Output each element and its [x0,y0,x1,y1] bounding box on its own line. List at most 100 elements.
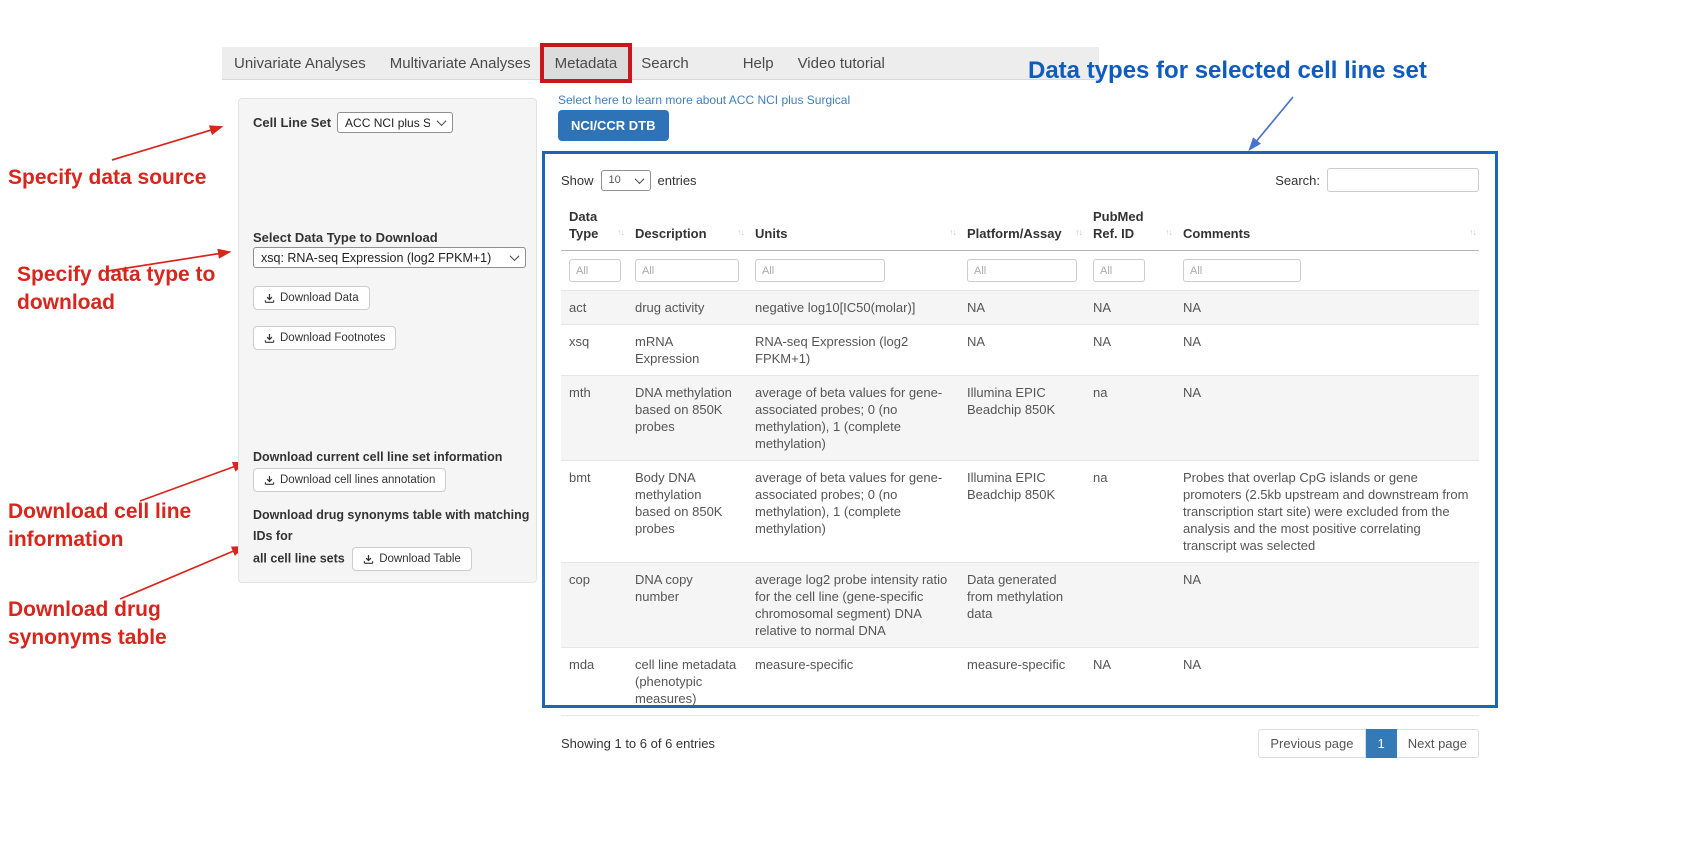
tab-univariate-analyses[interactable]: Univariate Analyses [222,47,378,79]
data-type-select[interactable]: xsq: RNA-seq Expression (log2 FPKM+1) [253,247,526,268]
filter-input-platform[interactable] [967,259,1077,282]
next-page-button[interactable]: Next page [1397,729,1479,758]
table-cell: act [561,291,627,325]
download-data-button[interactable]: Download Data [253,286,370,310]
data-source-button[interactable]: NCI/CCR DTB [558,110,669,141]
table-cell: average of beta values for gene-associat… [747,461,959,563]
annotation-specify-data-source: Specify data source [8,164,206,192]
filter-cell [561,251,627,291]
table-cell: mth [561,376,627,461]
annotation-line: information [8,526,191,554]
table-cell: average log2 probe intensity ratio for t… [747,563,959,648]
annotation-line: download [17,289,215,317]
sort-icon[interactable]: ↑↓ [737,224,744,241]
sort-icon[interactable]: ↑↓ [1165,224,1172,241]
column-header-comments[interactable]: Comments↑↓ [1175,204,1479,251]
page-1-button[interactable]: 1 [1366,729,1397,758]
table-cell: cop [561,563,627,648]
table-cell: average of beta values for gene-associat… [747,376,959,461]
table-cell: measure-specific [747,648,959,716]
column-header-pubmed[interactable]: PubMed Ref. ID↑↓ [1085,204,1175,251]
table-info-text: Showing 1 to 6 of 6 entries [561,736,715,751]
table-footer: Showing 1 to 6 of 6 entries Previous pag… [561,729,1479,758]
page-length-value: 10 [609,174,621,186]
table-cell: NA [1085,648,1175,716]
annotation-download-cell-line-info: Download cell line information [8,498,191,554]
filter-input-description[interactable] [635,259,739,282]
table-cell: na [1085,376,1175,461]
sort-icon[interactable]: ↑↓ [949,224,956,241]
download-footnotes-button[interactable]: Download Footnotes [253,326,396,350]
cell-line-set-label: Cell Line Set [253,115,331,130]
cell-line-set-select[interactable]: ACC NCI plus Surgical [337,112,453,133]
table-cell: drug activity [627,291,747,325]
download-footnotes-label: Download Footnotes [280,332,385,344]
table-cell: mRNA Expression [627,325,747,376]
cell-line-info-heading: Download current cell line set informati… [253,450,502,464]
tab-multivariate-analyses[interactable]: Multivariate Analyses [378,47,543,79]
show-label: Show [561,173,594,188]
table-cell: NA [1085,325,1175,376]
annotation-data-types: Data types for selected cell line set [1028,57,1427,85]
search-input[interactable] [1327,168,1479,192]
learn-more-link[interactable]: Select here to learn more about ACC NCI … [558,93,850,107]
download-icon [264,475,275,486]
drug-synonyms-heading-line2: all cell line sets Download Table [253,547,531,571]
column-header-data-type[interactable]: Data Type↑↓ [561,204,627,251]
table-filter-row [561,251,1479,291]
download-icon [363,554,374,565]
column-header-label: Description [635,226,707,241]
filter-input-pubmed[interactable] [1093,259,1145,282]
sort-icon[interactable]: ↑↓ [617,224,624,241]
download-cell-lines-annotation-button[interactable]: Download cell lines annotation [253,468,446,492]
table-cell: DNA copy number [627,563,747,648]
tab-metadata[interactable]: Metadata [543,47,630,79]
table-body: actdrug activitynegative log10[IC50(mola… [561,291,1479,716]
column-header-units[interactable]: Units ↑↓ [747,204,959,251]
table-cell: NA [1085,291,1175,325]
top-nav: Univariate Analyses Multivariate Analyse… [222,47,1099,80]
filter-cell [959,251,1085,291]
arrow-data-types [1250,97,1293,149]
filter-input-units[interactable] [755,259,885,282]
sidebar-panel: Cell Line Set ACC NCI plus Surgical Sele… [238,98,537,583]
table-cell: Probes that overlap CpG islands or gene … [1175,461,1479,563]
column-header-description[interactable]: Description ↑↓ [627,204,747,251]
download-table-button[interactable]: Download Table [352,547,472,571]
table-cell: Illumina EPIC Beadchip 850K [959,376,1085,461]
tab-video-tutorial[interactable]: Video tutorial [786,47,897,79]
sort-icon[interactable]: ↑↓ [1075,224,1082,241]
column-header-platform[interactable]: Platform/Assay↑↓ [959,204,1085,251]
table-row: copDNA copy numberaverage log2 probe int… [561,563,1479,648]
data-type-value: xsq: RNA-seq Expression (log2 FPKM+1) [261,251,491,265]
column-header-label: Units [755,226,788,241]
annotation-line: Specify data type to [17,261,215,289]
previous-page-button[interactable]: Previous page [1258,729,1365,758]
filter-cell [747,251,959,291]
data-types-table: Data Type↑↓ Description ↑↓ Units ↑↓ Platfo… [561,204,1479,716]
tab-search[interactable]: Search [629,47,701,79]
page-length-select[interactable]: 10 [601,170,651,191]
download-icon [264,333,275,344]
sort-icon[interactable]: ↑↓ [1469,224,1476,241]
table-cell: NA [1175,648,1479,716]
filter-input-data-type[interactable] [569,259,621,282]
table-controls: Show 10 entries Search: [561,168,1479,192]
tab-metadata-label: Metadata [555,55,618,72]
table-cell: measure-specific [959,648,1085,716]
annotation-line: synonyms table [8,624,167,652]
chevron-down-icon [510,251,520,261]
table-cell: na [1085,461,1175,563]
table-cell: Body DNA methylation based on 850K probe… [627,461,747,563]
table-cell: mda [561,648,627,716]
table-row: xsqmRNA ExpressionRNA-seq Expression (lo… [561,325,1479,376]
search-label: Search: [1275,173,1320,188]
annotation-line: Download cell line [8,498,191,526]
table-cell: NA [959,291,1085,325]
filter-input-comments[interactable] [1183,259,1301,282]
table-cell: negative log10[IC50(molar)] [747,291,959,325]
tab-help[interactable]: Help [731,47,786,79]
download-table-label: Download Table [379,553,461,565]
table-row: mthDNA methylation based on 850K probesa… [561,376,1479,461]
table-cell: NA [1175,563,1479,648]
